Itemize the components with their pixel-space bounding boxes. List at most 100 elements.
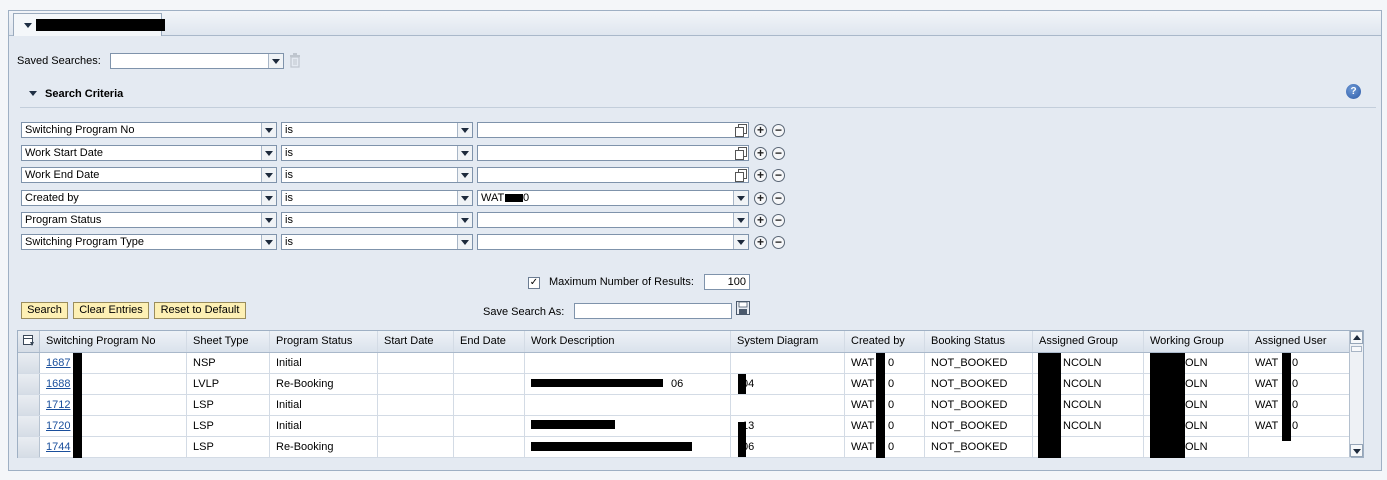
criteria-operator-select[interactable]: is <box>281 145 473 161</box>
chevron-down-icon[interactable] <box>261 235 276 249</box>
program-no-link[interactable]: 1744 <box>46 441 70 453</box>
value-help-icon[interactable] <box>734 147 747 160</box>
column-header[interactable]: Start Date <box>378 331 454 352</box>
criteria-field-select[interactable]: Work End Date <box>21 167 277 183</box>
criteria-operator-select[interactable]: is <box>281 122 473 138</box>
program-no-link[interactable]: 1688 <box>46 378 70 390</box>
scroll-down-icon[interactable] <box>1350 444 1363 457</box>
criteria-collapse-icon[interactable] <box>29 91 37 96</box>
program-no-link[interactable]: 1687 <box>46 357 70 369</box>
chevron-down-icon[interactable] <box>261 123 276 137</box>
collapse-arrow-icon[interactable] <box>24 23 32 28</box>
chevron-down-icon[interactable] <box>457 213 472 227</box>
vertical-scrollbar[interactable] <box>1349 331 1363 457</box>
clear-entries-button[interactable]: Clear Entries <box>73 302 149 319</box>
saved-searches-select[interactable] <box>110 53 284 69</box>
add-row-icon[interactable]: + <box>754 192 767 205</box>
table-header: Switching Program No Sheet Type Program St… <box>18 331 1351 353</box>
criteria-operator-select[interactable]: is <box>281 212 473 228</box>
chevron-down-icon[interactable] <box>457 191 472 205</box>
trash-icon[interactable] <box>289 53 301 68</box>
chevron-down-icon[interactable] <box>733 213 748 227</box>
criteria-operator-select[interactable]: is <box>281 190 473 206</box>
remove-row-icon[interactable]: − <box>772 124 785 137</box>
criteria-field-select[interactable]: Switching Program No <box>21 122 277 138</box>
criteria-value-select[interactable] <box>477 234 749 250</box>
column-header[interactable]: Sheet Type <box>187 331 270 352</box>
add-row-icon[interactable]: + <box>754 236 767 249</box>
column-header[interactable]: Program Status <box>270 331 378 352</box>
search-button[interactable]: Search <box>21 302 68 319</box>
program-no-cell[interactable]: 1720 <box>40 416 187 437</box>
chevron-down-icon[interactable] <box>261 146 276 160</box>
table-settings-icon[interactable] <box>23 335 35 347</box>
chevron-down-icon[interactable] <box>733 235 748 249</box>
save-search-label: Save Search As: <box>483 306 565 318</box>
column-settings-cell[interactable] <box>18 331 40 352</box>
column-header[interactable]: Created by <box>845 331 925 352</box>
program-no-link[interactable]: 1712 <box>46 399 70 411</box>
row-selector[interactable] <box>18 437 40 457</box>
column-header[interactable]: System Diagram <box>731 331 845 352</box>
column-header[interactable]: Booking Status <box>925 331 1033 352</box>
chevron-down-icon[interactable] <box>261 168 276 182</box>
value-help-icon[interactable] <box>734 169 747 182</box>
chevron-down-icon[interactable] <box>268 54 283 68</box>
criteria-operator-select[interactable]: is <box>281 234 473 250</box>
max-results-checkbox[interactable]: ✓ <box>528 277 540 289</box>
remove-row-icon[interactable]: − <box>772 214 785 227</box>
column-header[interactable]: Working Group <box>1144 331 1249 352</box>
criteria-field-select[interactable]: Program Status <box>21 212 277 228</box>
chevron-down-icon[interactable] <box>457 168 472 182</box>
criteria-field-select[interactable]: Switching Program Type <box>21 234 277 250</box>
column-header[interactable]: Assigned Group <box>1033 331 1144 352</box>
criteria-field-select[interactable]: Work Start Date <box>21 145 277 161</box>
row-selector[interactable] <box>18 416 40 436</box>
column-header[interactable]: Switching Program No <box>40 331 187 352</box>
column-header[interactable]: Assigned User <box>1249 331 1351 352</box>
chevron-down-icon[interactable] <box>457 123 472 137</box>
add-row-icon[interactable]: + <box>754 124 767 137</box>
criteria-value-select[interactable] <box>477 212 749 228</box>
criteria-value-input[interactable] <box>477 167 749 183</box>
program-no-cell[interactable]: 1712 <box>40 395 187 416</box>
criteria-field-select[interactable]: Created by <box>21 190 277 206</box>
chevron-down-icon[interactable] <box>457 146 472 160</box>
help-icon[interactable]: ? <box>1346 84 1361 99</box>
column-header[interactable]: End Date <box>454 331 525 352</box>
chevron-down-icon[interactable] <box>733 191 748 205</box>
program-no-cell[interactable]: 1744 <box>40 437 187 458</box>
chevron-down-icon[interactable] <box>457 235 472 249</box>
save-disk-icon[interactable] <box>736 301 750 315</box>
add-row-icon[interactable]: + <box>754 169 767 182</box>
add-row-icon[interactable]: + <box>754 147 767 160</box>
remove-row-icon[interactable]: − <box>772 236 785 249</box>
criteria-value-input[interactable] <box>477 122 749 138</box>
value-help-icon[interactable] <box>734 124 747 137</box>
chevron-down-icon[interactable] <box>261 213 276 227</box>
chevron-down-icon[interactable] <box>261 191 276 205</box>
status-cell: Initial <box>270 416 378 437</box>
row-selector[interactable] <box>18 374 40 394</box>
scroll-thumb[interactable] <box>1351 346 1362 352</box>
save-search-input[interactable] <box>574 303 732 319</box>
remove-row-icon[interactable]: − <box>772 169 785 182</box>
criteria-operator-select[interactable]: is <box>281 167 473 183</box>
row-selector[interactable] <box>18 353 40 373</box>
scroll-up-icon[interactable] <box>1350 331 1363 344</box>
criteria-value-input[interactable] <box>477 145 749 161</box>
assigned-user-cell: WAT 0 <box>1249 374 1351 395</box>
sheet-type-cell: NSP <box>187 353 270 374</box>
criteria-value-select[interactable]: WAT 0 <box>477 190 749 206</box>
program-no-link[interactable]: 1720 <box>46 420 70 432</box>
remove-row-icon[interactable]: − <box>772 147 785 160</box>
program-no-cell[interactable]: 1688 <box>40 374 187 395</box>
remove-row-icon[interactable]: − <box>772 192 785 205</box>
reset-default-button[interactable]: Reset to Default <box>154 302 246 319</box>
row-selector[interactable] <box>18 395 40 415</box>
program-no-cell[interactable]: 1687 <box>40 353 187 374</box>
column-header[interactable]: Work Description <box>525 331 731 352</box>
panel-tab[interactable] <box>13 13 165 36</box>
add-row-icon[interactable]: + <box>754 214 767 227</box>
max-results-input[interactable]: 100 <box>704 274 750 290</box>
